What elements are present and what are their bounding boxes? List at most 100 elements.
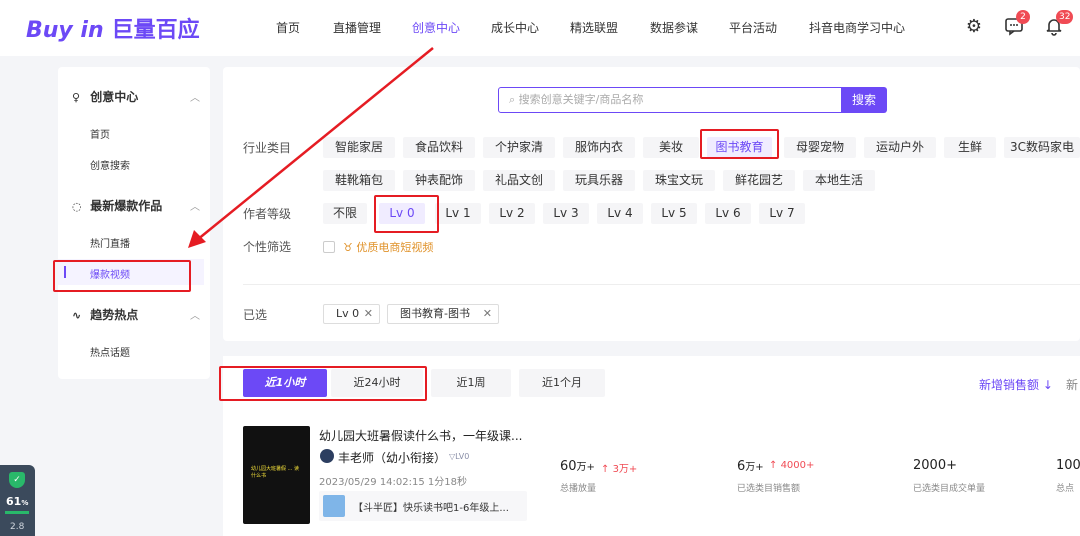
industry-chip[interactable]: 鲜花园艺 (723, 170, 795, 191)
medal-icon: ♉ (343, 241, 357, 254)
metric-delta-up: ↑ 3万+ (601, 464, 638, 475)
chevron-up-icon[interactable]: ︿ (190, 89, 200, 104)
chevron-up-icon[interactable]: ︿ (190, 198, 200, 213)
selected-tag-industry: 图书教育-图书 ✕ (387, 304, 499, 324)
product-image (323, 495, 345, 517)
premium-video-label: 优质电商短视频 (356, 241, 434, 254)
sort-by-new-sales[interactable]: 新增销售额 ↓ (979, 376, 1053, 393)
premium-video-option[interactable]: ♉ 优质电商短视频 (343, 239, 433, 255)
video-thumbnail[interactable]: 幼儿园大班暑假 ... 读什么书 (243, 426, 310, 524)
sort-next-option[interactable]: 新 (1066, 376, 1078, 393)
nav-learning-center[interactable]: 抖音电商学习中心 (809, 19, 905, 36)
premium-video-checkbox[interactable] (323, 241, 335, 253)
industry-chip[interactable]: 个护家清 (483, 137, 555, 158)
search-button[interactable]: 搜索 (841, 87, 887, 113)
sidebar: ♀ 创意中心 ︿ 首页 创意搜索 ◌ 最新爆款作品 ︿ 热门直播 爆款视频 ∿ … (58, 67, 210, 379)
annotation-box-time-tabs (219, 366, 427, 401)
level-chip[interactable]: Lv 7 (759, 203, 805, 224)
thumbnail-caption: 幼儿园大班暑假 ... 读什么书 (251, 466, 299, 479)
industry-label: 行业类目 (243, 141, 292, 155)
selected-tag-text: 图书教育-图书 (400, 307, 470, 320)
industry-chip[interactable]: 食品饮料 (403, 137, 475, 158)
nav-creative-center[interactable]: 创意中心 (412, 19, 460, 36)
search-input[interactable]: ⌕ 搜索创意关键字/商品名称 (498, 87, 842, 113)
video-result-card[interactable]: 幼儿园大班暑假 ... 读什么书 幼儿园大班暑假读什么书，一年级课... 丰老师… (223, 411, 1080, 536)
chevron-up-icon[interactable]: ︿ (190, 307, 200, 322)
close-icon[interactable]: ✕ (364, 305, 373, 323)
settings-gear-icon[interactable]: ⚙ (963, 16, 985, 38)
notification-count-badge: 32 (1056, 10, 1074, 24)
author-level-badge: ▽LV0 (449, 452, 470, 461)
annotation-box-level (374, 195, 439, 233)
divider (243, 284, 1080, 285)
industry-chip[interactable]: 运动户外 (864, 137, 936, 158)
sidebar-item-hot-topics[interactable]: 热点话题 (90, 344, 130, 359)
industry-chip[interactable]: 服饰内衣 (563, 137, 635, 158)
metric-label: 已选类目销售额 (737, 484, 801, 494)
metric-total-plays: 60万+ (560, 459, 595, 474)
nav-data-advisor[interactable]: 数据参谋 (650, 19, 698, 36)
search-icon: ⌕ (509, 93, 519, 106)
industry-chip[interactable]: 母婴宠物 (784, 137, 856, 158)
brand-logo[interactable]: Buy in 巨量百应 (26, 12, 200, 44)
metric-total-likes: 100 (1056, 458, 1080, 473)
metric-label: 已选类目成交单量 (913, 484, 986, 494)
industry-chip[interactable]: 鞋靴箱包 (323, 170, 395, 191)
tab-last-week[interactable]: 近1周 (431, 369, 511, 397)
sidebar-group-label: 趋势热点 (90, 308, 139, 322)
industry-chip[interactable]: 玩具乐器 (563, 170, 635, 191)
annotation-box-sidebar (53, 260, 191, 292)
video-title[interactable]: 幼儿园大班暑假读什么书，一年级课... (319, 427, 522, 444)
nav-selected-alliance[interactable]: 精选联盟 (570, 19, 618, 36)
sidebar-item-creative-search[interactable]: 创意搜索 (90, 157, 130, 172)
message-count-badge: 2 (1016, 10, 1030, 24)
level-chip[interactable]: 不限 (323, 203, 367, 224)
annotation-box-industry (700, 129, 779, 159)
sidebar-group-label: 创意中心 (90, 90, 139, 104)
level-chip[interactable]: Lv 2 (489, 203, 535, 224)
filter-panel: ⌕ 搜索创意关键字/商品名称 搜索 行业类目 智能家居 食品饮料 个护家清 服饰… (223, 67, 1080, 341)
product-name: 【斗半匠】快乐读书吧1-6年级上... (353, 503, 509, 514)
industry-chip[interactable]: 智能家居 (323, 137, 395, 158)
level-chip[interactable]: Lv 3 (543, 203, 589, 224)
level-chip[interactable]: Lv 5 (651, 203, 697, 224)
linked-product[interactable]: 【斗半匠】快乐读书吧1-6年级上... (319, 491, 527, 521)
performance-widget[interactable]: ✓ 61% 2.8 (0, 465, 35, 536)
nav-growth-center[interactable]: 成长中心 (491, 19, 539, 36)
tab-last-month[interactable]: 近1个月 (519, 369, 605, 397)
selected-tag-level: Lv 0 ✕ (323, 304, 380, 324)
metric-category-orders: 2000+ (913, 458, 957, 473)
industry-chip[interactable]: 3C数码家电 (1004, 137, 1080, 158)
logo-text-cn: 巨量百应 (111, 18, 200, 43)
sidebar-group-creative-center[interactable]: ♀ 创意中心 (72, 88, 138, 105)
sidebar-item-hot-live[interactable]: 热门直播 (90, 235, 130, 250)
search-placeholder: 搜索创意关键字/商品名称 (518, 93, 644, 106)
industry-chip[interactable]: 生鲜 (944, 137, 996, 158)
sidebar-item-home[interactable]: 首页 (90, 126, 110, 141)
level-chip[interactable]: Lv 4 (597, 203, 643, 224)
author-name[interactable]: 丰老师（幼小衔接） (338, 449, 446, 466)
widget-score: 61% (6, 495, 29, 508)
nav-live-management[interactable]: 直播管理 (333, 19, 381, 36)
nav-home[interactable]: 首页 (276, 19, 300, 36)
metric-label: 总播放量 (560, 484, 597, 494)
sidebar-group-label: 最新爆款作品 (90, 199, 163, 213)
nav-platform-activity[interactable]: 平台活动 (729, 19, 777, 36)
sidebar-group-trends[interactable]: ∿ 趋势热点 (72, 306, 138, 323)
widget-value: 2.8 (10, 522, 25, 532)
industry-chip[interactable]: 礼品文创 (483, 170, 555, 191)
metric-delta-up: ↑ 4000+ (769, 460, 815, 471)
close-icon[interactable]: ✕ (483, 305, 492, 323)
industry-chip[interactable]: 珠宝文玩 (643, 170, 715, 191)
level-chip[interactable]: Lv 6 (705, 203, 751, 224)
author-level-label: 作者等级 (243, 207, 292, 221)
industry-chip[interactable]: 本地生活 (803, 170, 875, 191)
industry-chip[interactable]: 钟表配饰 (403, 170, 475, 191)
metric-category-sales: 6万+ (737, 459, 764, 474)
industry-chip[interactable]: 美妆 (643, 137, 699, 158)
logo-text-en: Buy in (26, 18, 104, 43)
sidebar-group-hot-works[interactable]: ◌ 最新爆款作品 (72, 197, 162, 214)
shield-icon: ✓ (9, 472, 25, 488)
bulb-icon: ♀ (72, 91, 81, 104)
level-chip[interactable]: Lv 1 (435, 203, 481, 224)
